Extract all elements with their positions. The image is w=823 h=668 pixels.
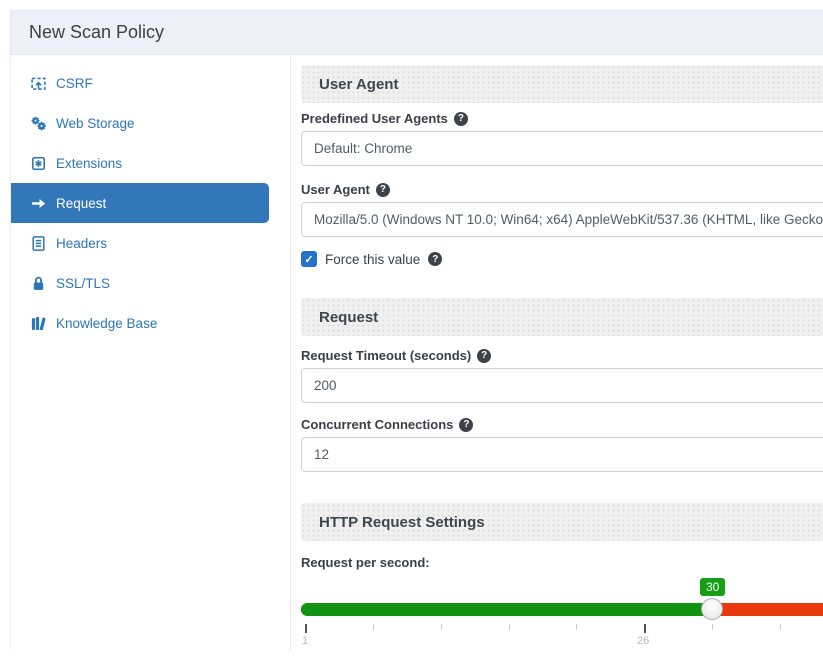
sidebar-item-label: SSL/TLS xyxy=(56,276,110,291)
extensions-icon xyxy=(30,155,47,172)
force-this-value-label: Force this value xyxy=(325,252,420,267)
predefined-user-agents-label: Predefined User Agents xyxy=(301,111,823,126)
slider-tick xyxy=(712,624,713,630)
lock-icon xyxy=(30,275,47,292)
slider-tick xyxy=(576,624,577,630)
sidebar-item-headers[interactable]: Headers xyxy=(11,223,290,263)
help-question-icon[interactable] xyxy=(428,252,442,266)
slider-handle[interactable] xyxy=(701,598,723,620)
slider-tick xyxy=(780,624,781,630)
help-question-icon[interactable] xyxy=(459,418,473,432)
sidebar-item-csrf[interactable]: CSRF xyxy=(11,63,290,103)
slider-tick xyxy=(305,624,307,633)
concurrent-connections-label: Concurrent Connections xyxy=(301,417,823,432)
slider-tick xyxy=(509,624,510,630)
force-this-value-checkbox[interactable] xyxy=(301,251,317,267)
concurrent-connections-input[interactable] xyxy=(301,437,823,472)
force-this-value-row: Force this value xyxy=(301,251,823,267)
help-question-icon[interactable] xyxy=(376,183,390,197)
web-storage-gears-icon xyxy=(30,115,47,132)
sidebar-item-label: Web Storage xyxy=(56,116,135,131)
predefined-user-agents-select[interactable]: Default: Chrome xyxy=(301,131,823,166)
sidebar-item-ssl-tls[interactable]: SSL/TLS xyxy=(11,263,290,303)
page-title: New Scan Policy xyxy=(29,22,164,43)
slider-fill xyxy=(301,603,712,616)
slider-tick xyxy=(441,624,442,630)
sidebar-item-label: Headers xyxy=(56,236,107,251)
sidebar-item-label: CSRF xyxy=(56,76,93,91)
books-icon xyxy=(30,315,47,332)
sidebar-item-request[interactable]: Request xyxy=(11,183,269,223)
request-timeout-label: Request Timeout (seconds) xyxy=(301,348,823,363)
request-per-second-label: Request per second: xyxy=(301,555,823,570)
sidebar-item-web-storage[interactable]: Web Storage xyxy=(11,103,290,143)
sidebar-nav: CSRF Web Storage Extensions Request Head… xyxy=(11,55,291,650)
slider-tick xyxy=(644,624,646,633)
section-header-http-request-settings: HTTP Request Settings xyxy=(301,503,823,541)
sidebar-item-label: Request xyxy=(56,196,106,211)
request-per-second-slider: 30 1 26 xyxy=(301,578,823,650)
slider-tick xyxy=(373,624,374,630)
slider-track[interactable] xyxy=(301,603,823,616)
help-question-icon[interactable] xyxy=(454,112,468,126)
section-header-request: Request xyxy=(301,298,823,336)
section-title: HTTP Request Settings xyxy=(319,514,485,531)
sidebar-item-extensions[interactable]: Extensions xyxy=(11,143,290,183)
sidebar-item-knowledge-base[interactable]: Knowledge Base xyxy=(11,303,290,343)
main-content: User Agent Predefined User Agents Defaul… xyxy=(291,55,823,650)
section-header-user-agent: User Agent xyxy=(301,65,823,103)
csrf-icon xyxy=(30,75,47,92)
panel-header: New Scan Policy xyxy=(10,10,823,55)
user-agent-label: User Agent xyxy=(301,182,823,197)
section-title: Request xyxy=(319,309,378,326)
slider-value-badge: 30 xyxy=(700,578,725,596)
slider-tick-label-min: 1 xyxy=(302,635,308,647)
request-timeout-input[interactable] xyxy=(301,368,823,403)
request-arrow-icon xyxy=(30,195,47,212)
user-agent-input[interactable] xyxy=(301,202,823,237)
slider-tick-label-mid: 26 xyxy=(637,635,649,647)
sidebar-item-label: Knowledge Base xyxy=(56,316,157,331)
headers-document-icon xyxy=(30,235,47,252)
new-scan-policy-panel: New Scan Policy CSRF Web Storage Extensi… xyxy=(10,10,823,650)
sidebar-item-label: Extensions xyxy=(56,156,122,171)
section-title: User Agent xyxy=(319,76,398,93)
help-question-icon[interactable] xyxy=(477,349,491,363)
